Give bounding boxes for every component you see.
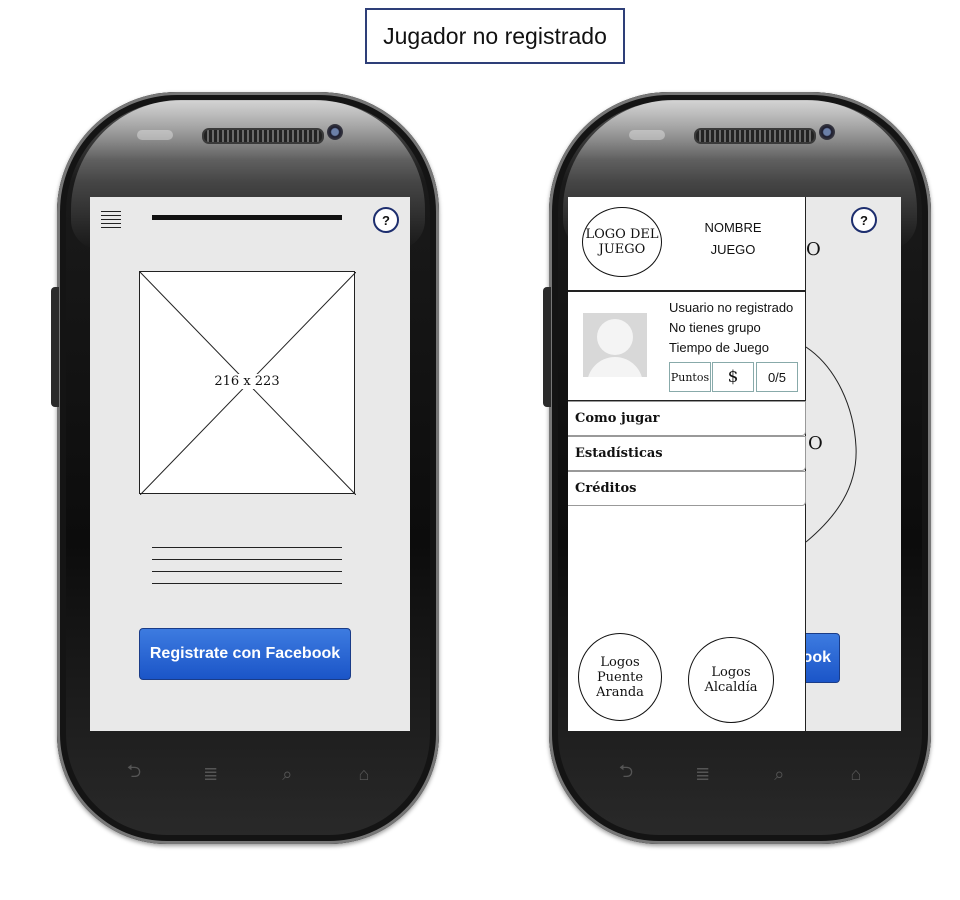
nav-bar: ⮌ ≣ ⌕ ⌂ [611,761,871,785]
front-camera [327,124,343,140]
side-drawer: LOGO DEL JUEGO NOMBRE JUEGO Usuario no r… [568,197,806,731]
back-icon[interactable]: ⮌ [611,759,641,789]
phone-frame-right: ? O O ook LOGO DEL JUEGO NOMBRE JUEGO Us… [543,92,931,844]
text-placeholder [152,547,342,595]
money-cell: $ [712,362,754,392]
speaker-grille [202,128,324,144]
background-text-fragment: O [806,239,821,260]
logo-puente-aranda: Logos Puente Aranda [578,633,662,721]
user-status: Usuario no registrado [669,300,794,315]
avatar-icon [583,313,647,377]
game-name: NOMBRE JUEGO [704,220,762,257]
sensor [137,130,173,140]
drawer-header: LOGO DEL JUEGO NOMBRE JUEGO [568,197,805,291]
user-group: No tienes grupo [669,320,761,335]
sensor [629,130,665,140]
user-profile-box: Usuario no registrado No tienes grupo Ti… [568,291,806,401]
back-icon[interactable]: ⮌ [119,759,149,789]
search-icon[interactable]: ⌕ [272,764,302,785]
menu-item-creditos[interactable]: Créditos [568,471,806,506]
hamburger-menu-icon[interactable] [101,211,121,231]
background-text-fragment-2: O [808,433,823,454]
menu-icon[interactable]: ≣ [196,764,226,785]
front-camera [819,124,835,140]
image-placeholder: 216 x 223 [139,271,356,495]
image-size-label: 216 x 223 [212,374,282,389]
home-icon[interactable]: ⌂ [841,764,871,785]
help-icon[interactable]: ? [373,207,399,233]
page-title: Jugador no registrado [365,8,625,64]
title-placeholder-bar [152,215,342,220]
side-key [51,287,59,407]
facebook-register-button[interactable]: Registrate con Facebook [139,628,351,680]
speaker-grille [694,128,816,144]
home-icon[interactable]: ⌂ [349,764,379,785]
game-logo: LOGO DEL JUEGO [582,207,662,277]
user-time: Tiempo de Juego [669,340,769,355]
screen-drawer-open: ? O O ook LOGO DEL JUEGO NOMBRE JUEGO Us… [568,197,901,731]
search-icon[interactable]: ⌕ [764,764,794,785]
user-info: Usuario no registrado No tienes grupo Ti… [669,298,793,358]
menu-item-como-jugar[interactable]: Como jugar [568,401,806,436]
points-cell: Puntos [669,362,711,392]
menu-item-estadisticas[interactable]: Estadísticas [568,436,806,471]
logo-alcaldia: Logos Alcaldía [688,637,774,723]
nav-bar: ⮌ ≣ ⌕ ⌂ [119,761,379,785]
progress-cell: 0/5 [756,362,798,392]
phone-frame-left: ? 216 x 223 Registrate con Facebook ⮌ ≣ … [51,92,439,844]
screen-main: ? 216 x 223 Registrate con Facebook [90,197,410,731]
menu-icon[interactable]: ≣ [688,764,718,785]
side-key [543,287,551,407]
help-icon[interactable]: ? [851,207,877,233]
